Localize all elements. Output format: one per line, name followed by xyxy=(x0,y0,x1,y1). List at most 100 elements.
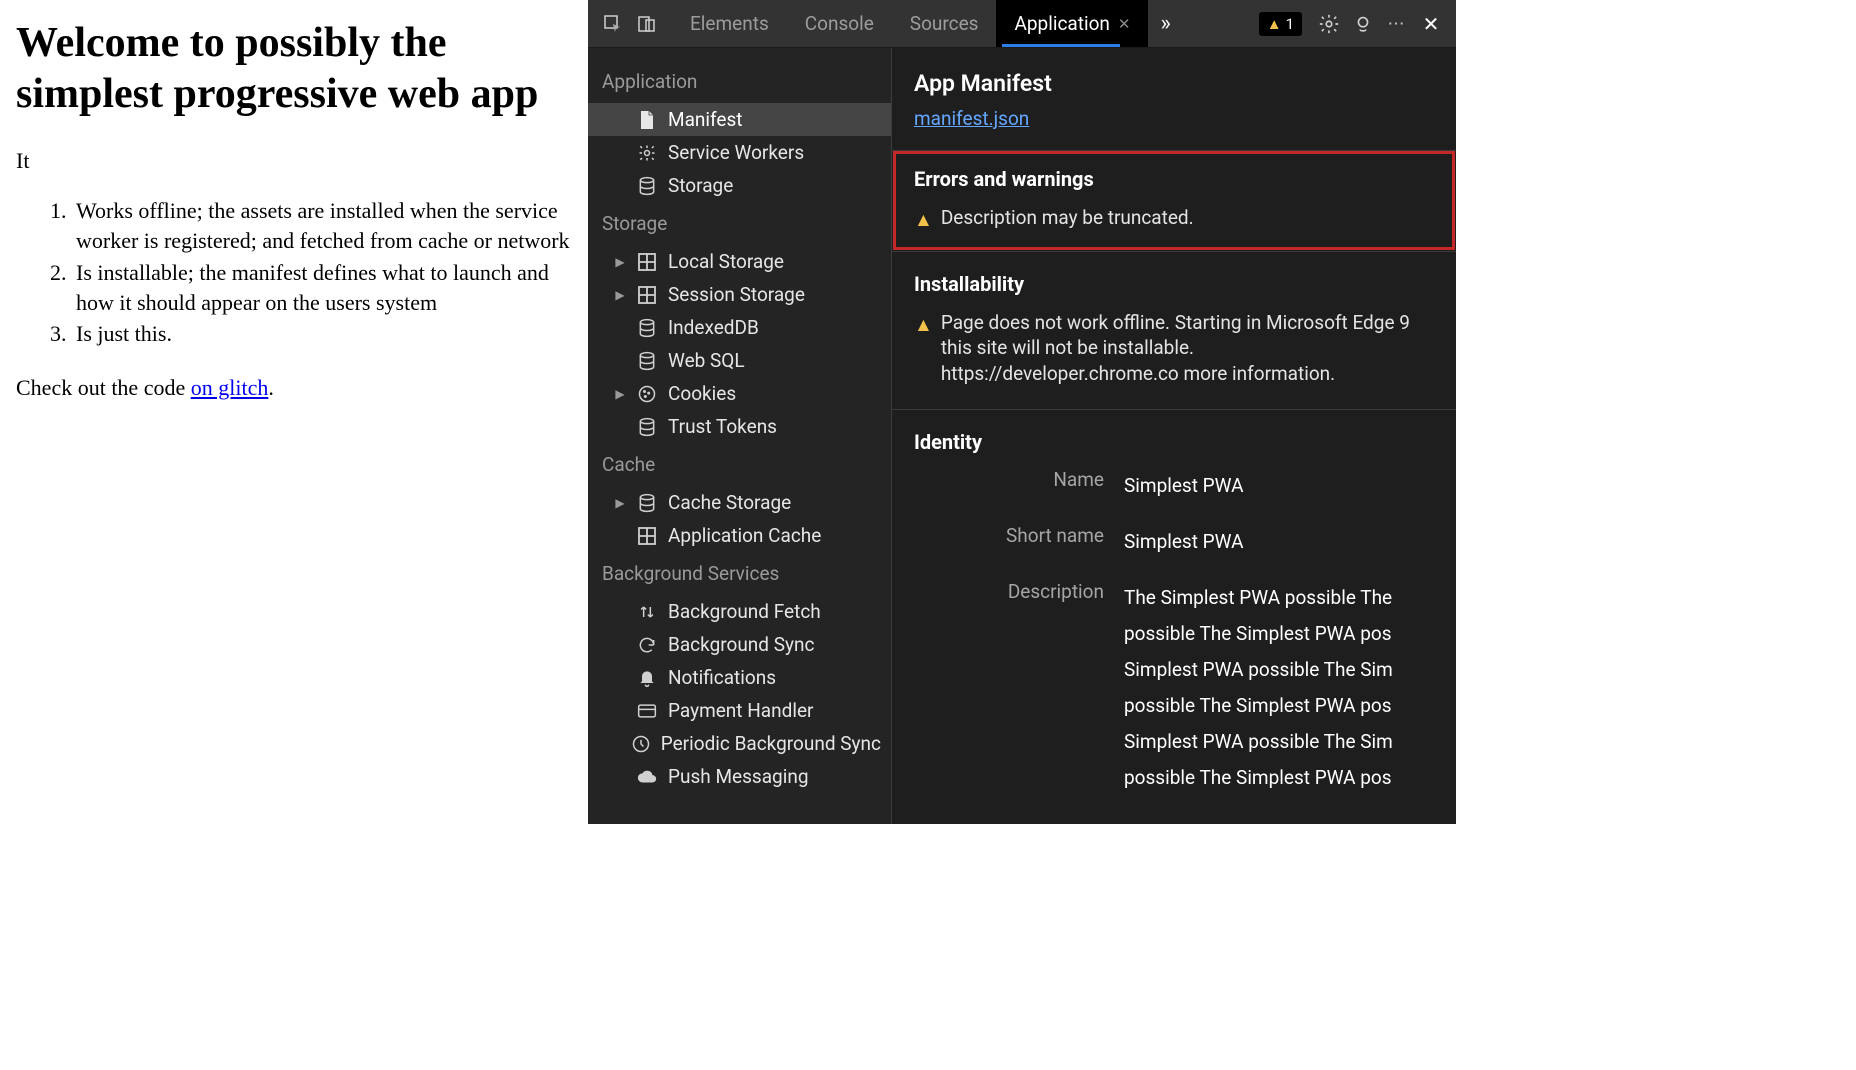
more-menu-icon[interactable]: ⋯ xyxy=(1382,9,1412,39)
warning-row: ▲ Description may be truncated. xyxy=(914,205,1434,233)
sidebar-item-label: Notifications xyxy=(668,666,776,689)
sidebar-item-label: Application Cache xyxy=(668,524,821,547)
warning-triangle-icon: ▲ xyxy=(1267,15,1282,33)
glitch-link[interactable]: on glitch xyxy=(191,375,269,400)
inspect-element-icon[interactable] xyxy=(598,9,628,39)
sidebar-item-label: Storage xyxy=(668,174,733,197)
list-item: Is installable; the manifest defines wha… xyxy=(72,258,572,317)
page-intro: It xyxy=(16,148,572,174)
updown-icon xyxy=(636,601,658,623)
devtools-tabstrip: Elements Console Sources Application ✕ »… xyxy=(588,0,1456,48)
sidebar-item-label: Cache Storage xyxy=(668,491,791,514)
sidebar-item-label: Web SQL xyxy=(668,349,745,372)
db-icon xyxy=(636,492,658,514)
sidebar-item-payment-handler[interactable]: Payment Handler xyxy=(588,694,891,727)
page-footer: Check out the code on glitch. xyxy=(16,375,572,401)
file-icon xyxy=(636,109,658,131)
identity-label: Name xyxy=(914,468,1104,491)
identity-row: Description The Simplest PWA possible The… xyxy=(914,580,1434,797)
sidebar-item-cache-storage[interactable]: ▶ Cache Storage xyxy=(588,486,891,519)
sidebar-group-title: Application xyxy=(588,60,891,103)
sidebar-item-cookies[interactable]: ▶Cookies xyxy=(588,377,891,410)
sidebar-item-label: Background Sync xyxy=(668,633,814,656)
footer-prefix: Check out the code xyxy=(16,375,191,400)
sidebar-group-title: Background Services xyxy=(588,552,891,595)
disclosure-triangle-icon: ▶ xyxy=(614,288,626,302)
grid-icon xyxy=(636,251,658,273)
devtools-panel: Elements Console Sources Application ✕ »… xyxy=(588,0,1456,824)
tab-application[interactable]: Application ✕ xyxy=(996,0,1148,47)
tab-console[interactable]: Console xyxy=(787,0,892,47)
list-item: Works offline; the assets are installed … xyxy=(72,196,572,255)
errors-heading: Errors and warnings xyxy=(914,167,1434,191)
card-icon xyxy=(636,700,658,722)
disclosure-triangle-icon: ▶ xyxy=(614,255,626,269)
rendered-page: Welcome to possibly the simplest progres… xyxy=(0,0,588,824)
sidebar-item-label: IndexedDB xyxy=(668,316,759,339)
identity-label: Description xyxy=(914,580,1104,603)
sidebar-item-background-fetch[interactable]: Background Fetch xyxy=(588,595,891,628)
sidebar-item-session-storage[interactable]: ▶ Session Storage xyxy=(588,278,891,311)
warning-text: Description may be truncated. xyxy=(941,205,1194,231)
installability-section: Installability ▲ Page does not work offl… xyxy=(892,251,1456,409)
cookie-icon xyxy=(636,383,658,405)
sidebar-item-push-messaging[interactable]: Push Messaging xyxy=(588,760,891,793)
sidebar-item-background-sync[interactable]: Background Sync xyxy=(588,628,891,661)
footer-suffix: . xyxy=(268,375,274,400)
clock-icon xyxy=(631,733,651,755)
sidebar-item-trust-tokens[interactable]: Trust Tokens xyxy=(588,410,891,443)
identity-value: The Simplest PWA possible The possible T… xyxy=(1124,580,1434,797)
sidebar-item-storage[interactable]: Storage xyxy=(588,169,891,202)
identity-row: Short nameSimplest PWA xyxy=(914,524,1434,560)
device-toolbar-icon[interactable] xyxy=(632,9,662,39)
sidebar-item-indexeddb[interactable]: IndexedDB xyxy=(588,311,891,344)
application-sidebar: Application Manifest Service Workers Storag… xyxy=(588,48,892,824)
db-icon xyxy=(636,175,658,197)
warning-count: 1 xyxy=(1286,15,1294,33)
manifest-json-link[interactable]: manifest.json xyxy=(914,107,1029,150)
sidebar-item-label: Session Storage xyxy=(668,283,805,306)
sync-icon xyxy=(636,634,658,656)
sidebar-item-local-storage[interactable]: ▶ Local Storage xyxy=(588,245,891,278)
more-tabs-chevron-icon[interactable]: » xyxy=(1160,11,1170,36)
list-item: Is just this. xyxy=(72,319,572,349)
close-icon[interactable]: ✕ xyxy=(1118,15,1131,33)
warning-triangle-icon: ▲ xyxy=(914,207,933,233)
sidebar-item-service-workers[interactable]: Service Workers xyxy=(588,136,891,169)
warning-text: Page does not work offline. Starting in … xyxy=(941,310,1434,387)
sidebar-item-label: Local Storage xyxy=(668,250,784,273)
installability-heading: Installability xyxy=(914,272,1434,296)
settings-gear-icon[interactable] xyxy=(1314,9,1344,39)
grid-icon xyxy=(636,284,658,306)
close-devtools-icon[interactable]: ✕ xyxy=(1416,9,1446,39)
sidebar-item-label: Cookies xyxy=(668,382,736,405)
disclosure-triangle-icon: ▶ xyxy=(614,496,626,510)
cloud-icon xyxy=(636,766,658,788)
tab-sources[interactable]: Sources xyxy=(892,0,997,47)
page-heading: Welcome to possibly the simplest progres… xyxy=(16,18,572,120)
sidebar-item-application-cache[interactable]: Application Cache xyxy=(588,519,891,552)
sidebar-item-label: Manifest xyxy=(668,108,743,131)
bell-icon xyxy=(636,667,658,689)
warning-triangle-icon: ▲ xyxy=(914,312,933,338)
warnings-badge[interactable]: ▲ 1 xyxy=(1259,12,1302,36)
sidebar-group-title: Storage xyxy=(588,202,891,245)
feedback-icon[interactable] xyxy=(1348,9,1378,39)
detail-title: App Manifest xyxy=(892,48,1456,107)
identity-value: Simplest PWA xyxy=(1124,468,1244,504)
identity-section: Identity Name Simplest PWA Short nameSimpl… xyxy=(892,409,1456,824)
identity-heading: Identity xyxy=(914,430,1434,454)
sidebar-item-notifications[interactable]: Notifications xyxy=(588,661,891,694)
devtools-tabs: Elements Console Sources Application ✕ xyxy=(672,0,1148,47)
sidebar-item-label: Push Messaging xyxy=(668,765,809,788)
identity-row: Name Simplest PWA xyxy=(914,468,1434,504)
sidebar-item-label: Payment Handler xyxy=(668,699,813,722)
sidebar-item-periodic-background-sync[interactable]: Periodic Background Sync xyxy=(588,727,891,760)
sidebar-item-label: Service Workers xyxy=(668,141,804,164)
tab-elements[interactable]: Elements xyxy=(672,0,787,47)
warning-row: ▲ Page does not work offline. Starting i… xyxy=(914,310,1434,387)
sidebar-item-manifest[interactable]: Manifest xyxy=(588,103,891,136)
sidebar-item-web-sql[interactable]: Web SQL xyxy=(588,344,891,377)
db-icon xyxy=(636,350,658,372)
identity-label: Short name xyxy=(914,524,1104,547)
